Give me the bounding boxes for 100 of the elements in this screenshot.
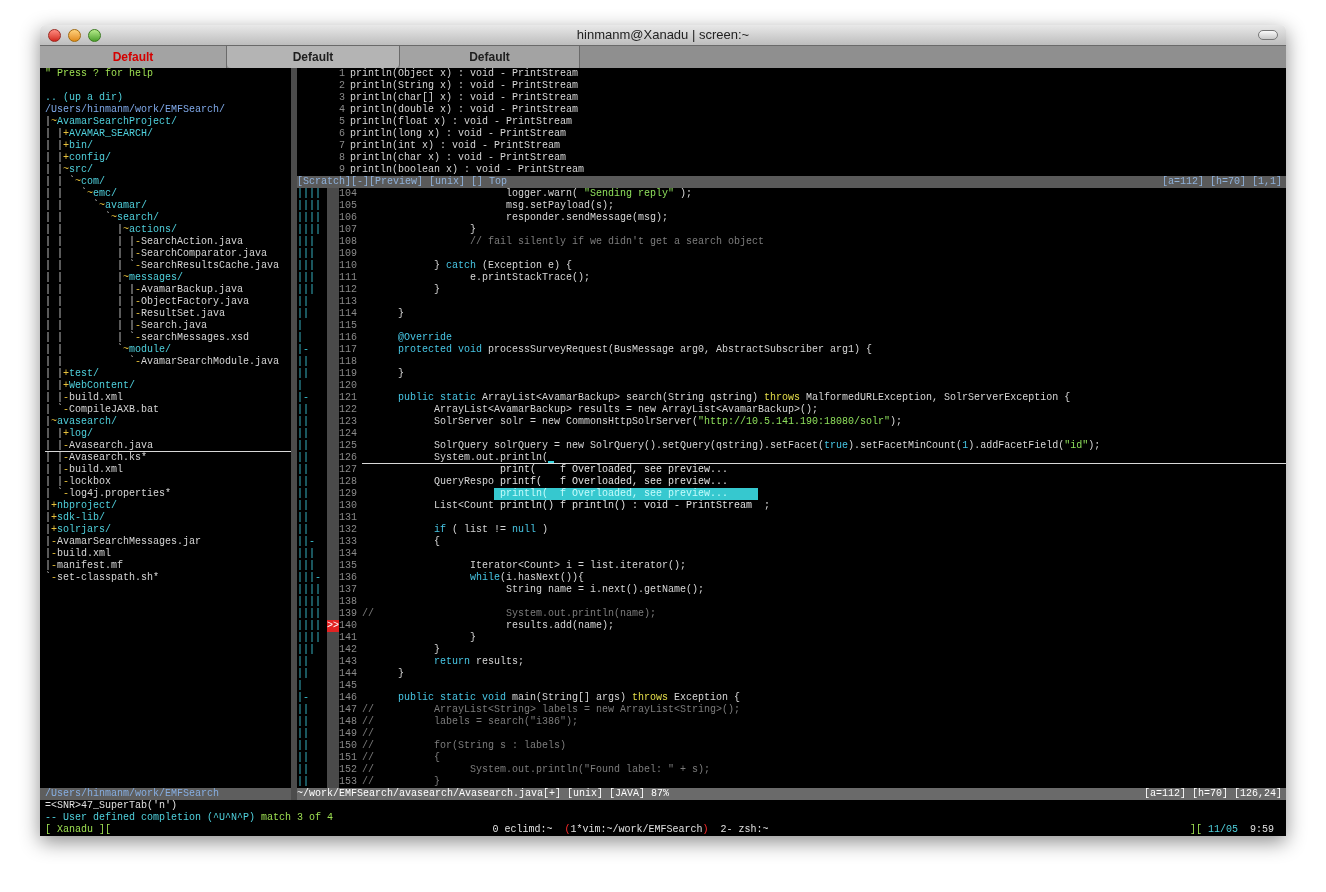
line-number: 132	[339, 524, 357, 536]
line-number: 1	[338, 68, 345, 80]
fold-marker: ||||	[297, 212, 321, 223]
screen-window[interactable]: (1*vim:~/work/EMFSearch)	[564, 824, 709, 836]
tree-item[interactable]: |~avasearch/	[45, 416, 291, 428]
tree-item[interactable]: | | |~messages/	[45, 272, 291, 284]
tree-item[interactable]: | | `~avamar/	[45, 200, 291, 212]
tree-item[interactable]: | |+AVAMAR_SEARCH/	[45, 128, 291, 140]
tree-item[interactable]: | |~src/	[45, 164, 291, 176]
fold-marker: ||	[297, 428, 309, 439]
parent-dir-link[interactable]: .. (up a dir)	[45, 92, 123, 104]
tree-item[interactable]: | | `-AvamarSearchModule.java	[45, 356, 291, 368]
code-line: }	[397, 668, 404, 680]
line-number: 111	[339, 272, 357, 284]
code-line: public static ArrayList<AvamarBackup> search(String qstring) throws MalformedURLException, SolrServerException {	[397, 392, 1071, 404]
tree-item[interactable]: | `-log4j.properties*	[45, 488, 291, 500]
line-number: 9	[338, 164, 345, 176]
fold-marker: ||	[297, 764, 309, 775]
tree-item[interactable]: | | |~actions/	[45, 224, 291, 236]
tree-item[interactable]: | | `~search/	[45, 212, 291, 224]
fold-marker: ||||	[297, 608, 321, 619]
line-number: 147	[339, 704, 357, 716]
code-line: } catch (Exception e) {	[433, 260, 573, 272]
line-number: 144	[339, 668, 357, 680]
line-number: 131	[339, 512, 357, 524]
code-line: // labels = search("i386");	[362, 716, 579, 728]
fold-marker: |-	[297, 344, 309, 355]
line-number: 129	[339, 488, 357, 500]
tree-item[interactable]: | | | |-SearchAction.java	[45, 236, 291, 248]
tree-item[interactable]: | |-build.xml	[45, 464, 291, 476]
tree-item[interactable]: | | | |-ResultSet.java	[45, 308, 291, 320]
fold-marker: |||	[297, 644, 315, 655]
code-line: }	[397, 368, 404, 380]
fold-marker: ||	[297, 704, 309, 715]
tree-item[interactable]: | |-Avasearch.ks*	[45, 452, 291, 464]
code-line: SolrServer solr = new CommonsHttpSolrServer("http://10.5.141.190:18080/solr");	[433, 416, 903, 428]
tree-item[interactable]: | | `~com/	[45, 176, 291, 188]
tree-item[interactable]: `-set-classpath.sh*	[45, 572, 291, 584]
tree-item[interactable]: |+nbproject/	[45, 500, 291, 512]
fold-marker: ||||	[297, 200, 321, 211]
line-number: 110	[339, 260, 357, 272]
fold-marker: ||||	[297, 596, 321, 607]
zoom-button[interactable]	[88, 28, 101, 42]
fold-marker: ||	[297, 776, 309, 787]
tree-item[interactable]: |~AvamarSearchProject/	[45, 116, 291, 128]
tree-item[interactable]: | | | |-AvamarBackup.java	[45, 284, 291, 296]
tab[interactable]: Default	[227, 46, 400, 68]
tree-item[interactable]: | | | `-searchMessages.xsd	[45, 332, 291, 344]
line-number: 152	[339, 764, 357, 776]
line-number: 106	[339, 212, 357, 224]
tree-item[interactable]: | |+log/	[45, 428, 291, 440]
fold-marker: |	[297, 380, 303, 391]
tree-item[interactable]: | | | `-SearchResultsCache.java	[45, 260, 291, 272]
tree-item[interactable]: |+sdk-lib/	[45, 512, 291, 524]
minimize-button[interactable]	[68, 28, 81, 42]
tree-item[interactable]: | | `~emc/	[45, 188, 291, 200]
code-line: if ( list != null )	[433, 524, 549, 536]
tree-item[interactable]: | |-Avasearch.java	[45, 440, 291, 452]
line-number: 148	[339, 716, 357, 728]
tree-item[interactable]: | | | |-ObjectFactory.java	[45, 296, 291, 308]
code-line: }	[433, 644, 440, 656]
line-number: 112	[339, 284, 357, 296]
screen-window[interactable]: 2- zsh:~	[720, 824, 769, 836]
code-line: // System.out.println(name);	[362, 608, 657, 620]
tree-item[interactable]: | |+config/	[45, 152, 291, 164]
preview-line: println(char[] x) : void - PrintStream	[350, 92, 579, 104]
code-line: // {	[362, 752, 440, 764]
line-number: 135	[339, 560, 357, 572]
tab[interactable]: Default	[400, 46, 580, 68]
status-text: [a=112] [h=70] [1,1]	[1161, 176, 1282, 188]
tree-item[interactable]: |+solrjars/	[45, 524, 291, 536]
line-number: 138	[339, 596, 357, 608]
tree-item[interactable]: | `-CompileJAXB.bat	[45, 404, 291, 416]
line-number: 127	[339, 464, 357, 476]
tree-item[interactable]: | |+bin/	[45, 140, 291, 152]
fold-marker: ||	[297, 368, 309, 379]
preview-line: println(double x) : void - PrintStream	[350, 104, 579, 116]
line-number: 153	[339, 776, 357, 788]
code-line: String name = i.next().getName();	[505, 584, 705, 596]
code-line: @Override	[397, 332, 452, 344]
code-line: responder.sendMessage(msg);	[505, 212, 669, 224]
preview-line: println(char x) : void - PrintStream	[350, 152, 567, 164]
line-number: 128	[339, 476, 357, 488]
line-number: 3	[338, 92, 345, 104]
fold-marker: ||||	[297, 632, 321, 643]
tree-item[interactable]: | |+test/	[45, 368, 291, 380]
toolbar-toggle-button[interactable]	[1258, 30, 1278, 40]
line-number: 119	[339, 368, 357, 380]
close-button[interactable]	[48, 28, 61, 42]
preview-line: println(String x) : void - PrintStream	[350, 80, 579, 92]
line-number: 114	[339, 308, 357, 320]
tree-item[interactable]: | |+WebContent/	[45, 380, 291, 392]
line-number: 139	[339, 608, 357, 620]
tree-item[interactable]: |-build.xml	[45, 548, 291, 560]
screen-window[interactable]: 0 eclimd:~	[492, 824, 553, 836]
text-cursor	[548, 461, 555, 463]
code-line: }	[469, 224, 477, 236]
code-line: logger.warn( "Sending reply" );	[505, 188, 693, 200]
tree-item[interactable]: |-AvamarSearchMessages.jar	[45, 536, 291, 548]
line-number: 141	[339, 632, 357, 644]
